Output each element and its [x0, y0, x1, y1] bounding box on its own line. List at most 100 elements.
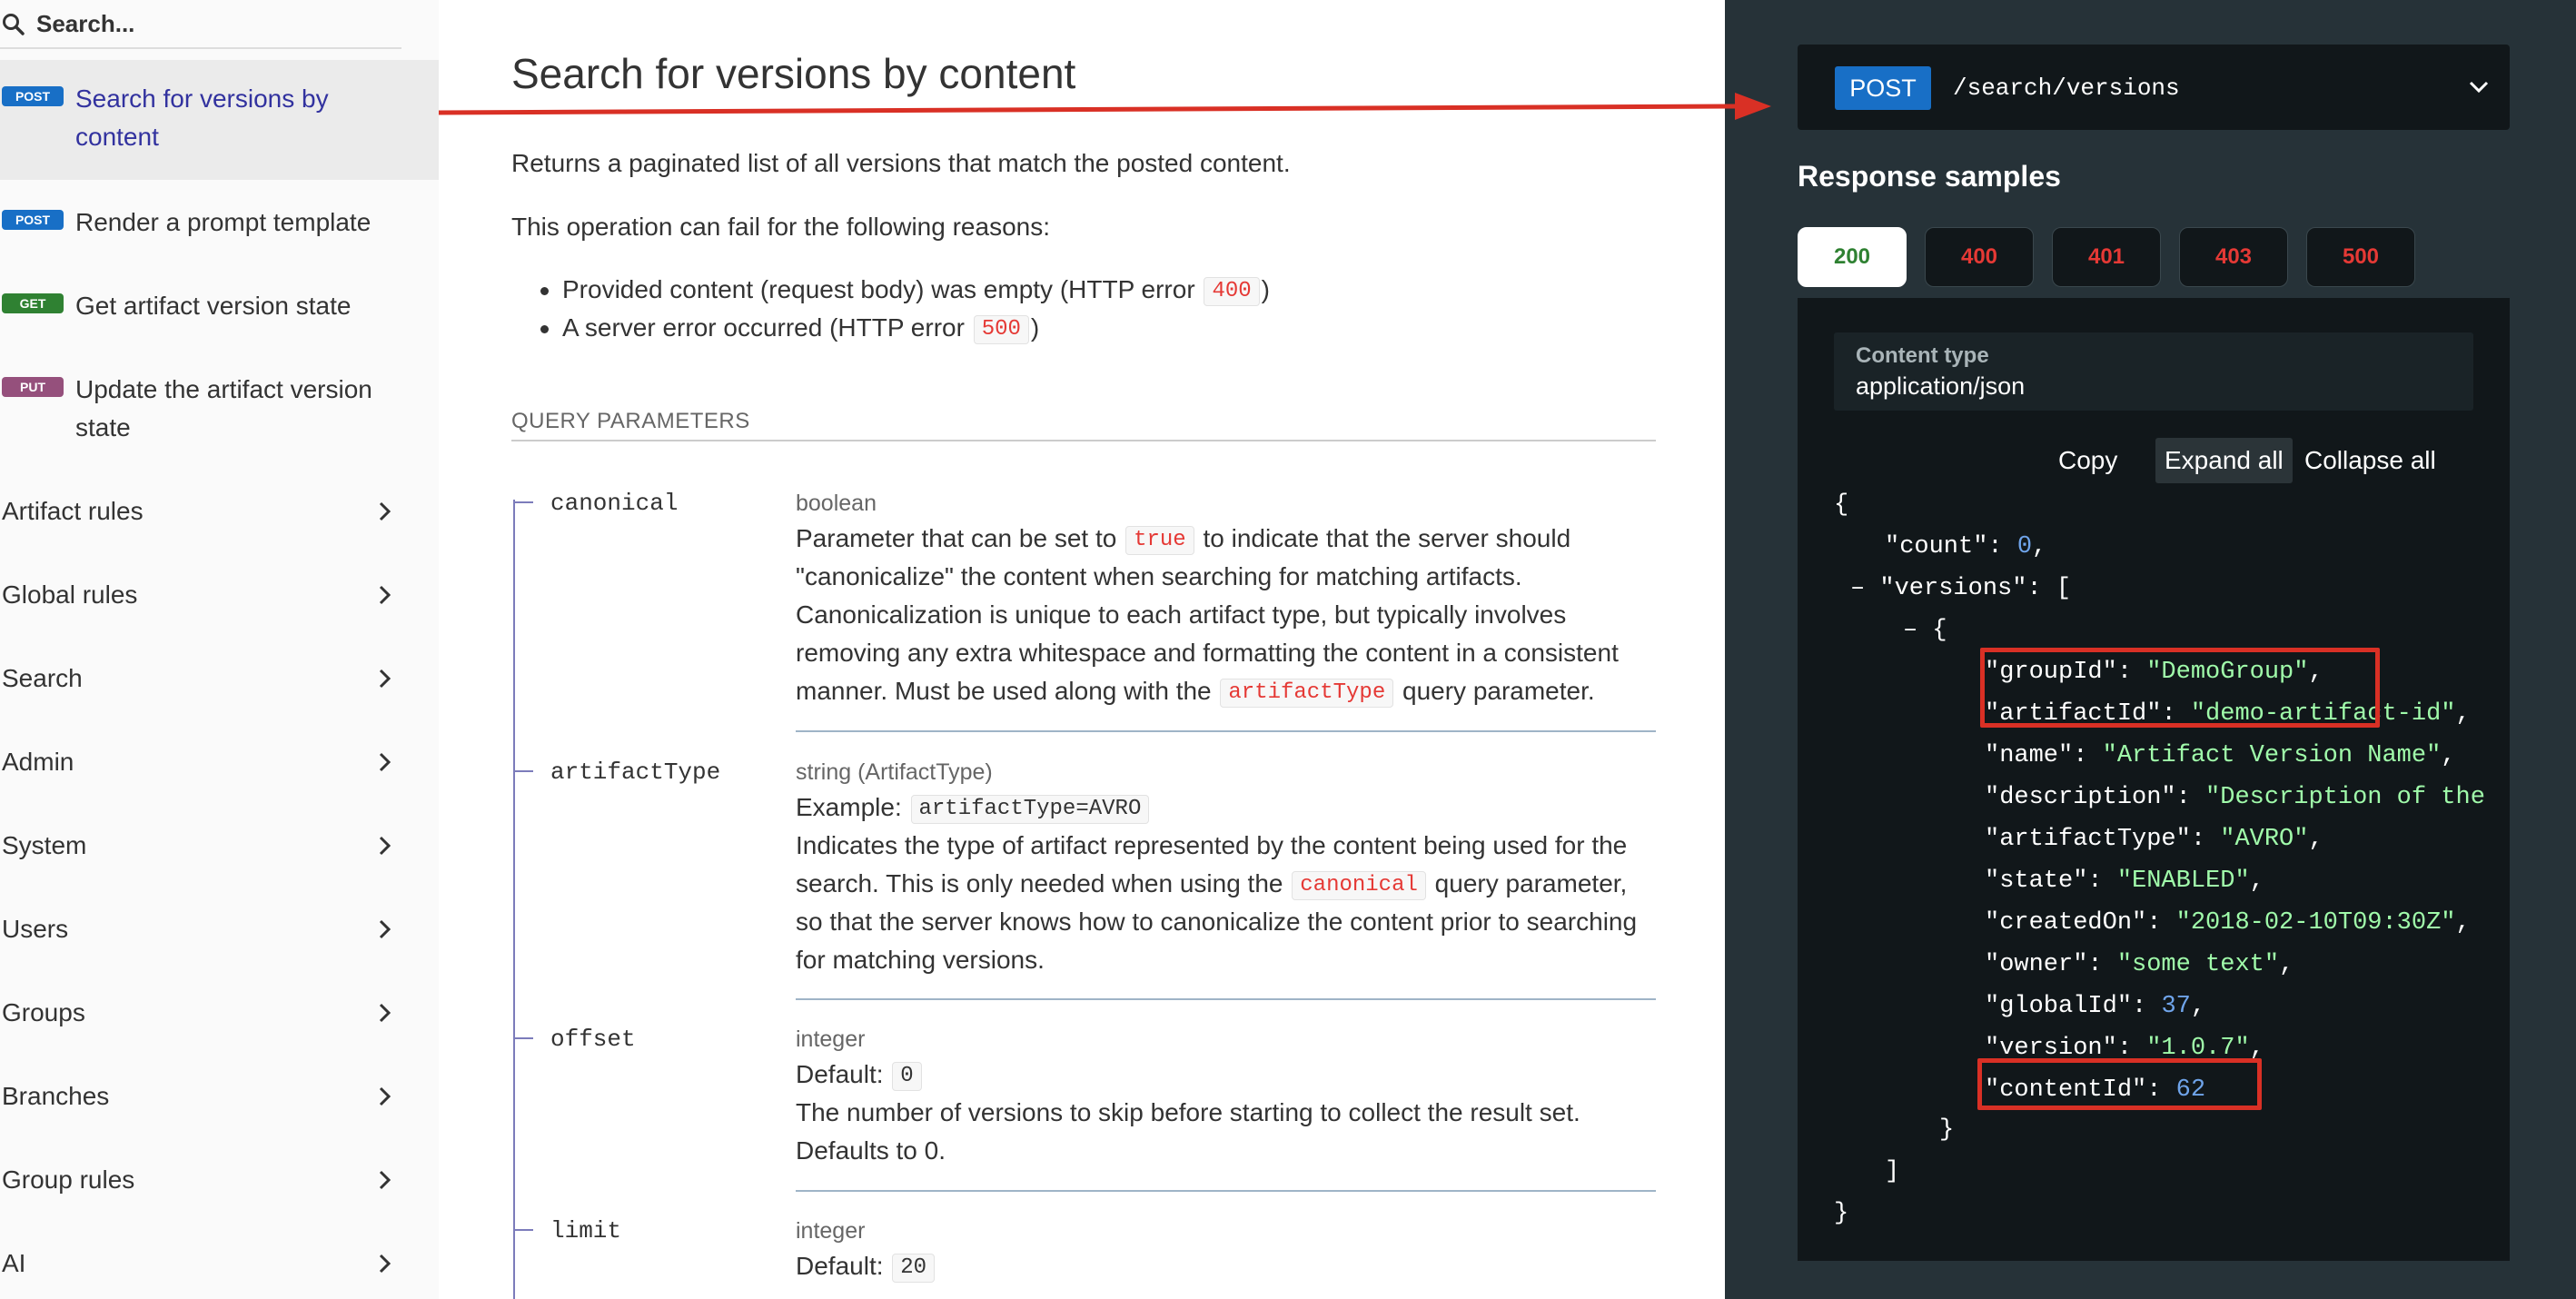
sidebar-category-group-rules[interactable]: Group rules [0, 1138, 439, 1222]
tree-connector [513, 1229, 533, 1231]
sidebar-category-users[interactable]: Users [0, 887, 439, 971]
json-punct: : [2116, 1035, 2147, 1062]
json-punct: [ [2056, 575, 2072, 602]
json-collapse-toggle[interactable]: – [1850, 575, 1865, 602]
json-collapse-toggle[interactable]: – [1903, 617, 1917, 644]
json-key: "createdOn" [1985, 909, 2147, 937]
sidebar-category-branches[interactable]: Branches [0, 1055, 439, 1138]
json-punct: : [2132, 993, 2162, 1020]
param-tree-line [513, 500, 515, 1299]
param-details: boolean Parameter that can be set to tru… [796, 487, 1656, 710]
json-punct: , [2441, 742, 2456, 769]
json-line-artifacttype: "artifactType": "AVRO", [1985, 818, 2323, 860]
sidebar-category-admin[interactable]: Admin [0, 720, 439, 804]
desc-text: removing any extra whitespace and format… [796, 639, 1619, 667]
json-punct: } [1834, 1200, 1849, 1227]
json-key: "contentId" [1985, 1076, 2147, 1104]
json-punct: : [2175, 784, 2206, 811]
param-name: artifactType [550, 759, 721, 786]
json-key: "description" [1985, 784, 2176, 811]
page-title: Search for versions by content [511, 50, 1076, 97]
json-punct: : [1987, 533, 2017, 560]
param-divider [796, 1190, 1656, 1192]
tab-status-401[interactable]: 401 [2052, 227, 2161, 287]
desc-text: Canonicalization is unique to each artif… [796, 600, 1567, 629]
sidebar-category-global-rules[interactable]: Global rules [0, 553, 439, 637]
chevron-right-icon [379, 1170, 391, 1190]
sidebar-category-search[interactable]: Search [0, 637, 439, 720]
endpoint-toggle[interactable]: POST /search/versions [1798, 45, 2510, 130]
chevron-right-icon [379, 919, 391, 939]
json-key: "state" [1985, 868, 2088, 895]
json-value: 37 [2161, 993, 2191, 1020]
json-punct: , [2455, 700, 2471, 728]
tree-connector [513, 1037, 533, 1039]
example-label: Example: [796, 793, 909, 821]
json-value: 0 [2016, 533, 2033, 560]
json-punct: : [2190, 826, 2221, 853]
sidebar-category-groups[interactable]: Groups [0, 971, 439, 1055]
param-description: The number of versions to skip before st… [796, 1094, 1656, 1170]
inline-code: artifactType [1220, 679, 1394, 708]
param-description: Parameter that can be set to true to ind… [796, 520, 1656, 710]
sidebar-item-label: Get artifact version state [75, 292, 352, 320]
json-punct: , [2455, 909, 2471, 937]
desc-text: "canonicalize" the content when searchin… [796, 562, 1522, 590]
default-value: 20 [892, 1254, 936, 1283]
json-punct: } [1939, 1116, 1955, 1144]
json-line-createdon: "createdOn": "2018-02-10T09:30Z", [1985, 902, 2471, 944]
desc-text: Parameter that can be set to [796, 524, 1125, 552]
sidebar-category-ai[interactable]: AI [0, 1222, 439, 1299]
sidebar-category-system[interactable]: System [0, 804, 439, 887]
param-divider [796, 730, 1656, 732]
chevron-right-icon [379, 501, 391, 521]
json-line-artifactid: "artifactId": "demo-artifact-id", [1985, 693, 2471, 735]
param-type: boolean [796, 491, 877, 516]
operation-description: Returns a paginated list of all versions… [511, 149, 1291, 177]
example-value: artifactType=AVRO [910, 795, 1150, 824]
tab-status-200[interactable]: 200 [1798, 227, 1907, 287]
expand-all-button[interactable]: Expand all [2155, 438, 2293, 483]
response-panel: POST /search/versions Response samples 2… [1725, 0, 2576, 1299]
json-value: "demo-artifact-id" [2190, 700, 2456, 728]
content-type-selector[interactable]: Content type application/json [1834, 332, 2473, 411]
json-punct: : [2116, 659, 2147, 686]
param-example: Example: artifactType=AVRO [796, 788, 1656, 827]
get-method-badge: GET [2, 293, 64, 313]
tree-connector [513, 770, 533, 772]
response-samples-title: Response samples [1798, 160, 2061, 193]
inline-code: true [1125, 526, 1194, 555]
chevron-right-icon [379, 836, 391, 856]
desc-text: query parameter, [1427, 869, 1628, 897]
failure-intro: This operation can fail for the followin… [511, 213, 1050, 241]
param-type: integer [796, 1218, 866, 1244]
tab-status-403[interactable]: 403 [2179, 227, 2288, 287]
copy-button[interactable]: Copy [2049, 438, 2126, 483]
json-value: "DemoGroup" [2146, 659, 2309, 686]
sidebar-item-render-prompt-template[interactable]: POST Render a prompt template [0, 180, 439, 263]
param-type: string (ArtifactType) [796, 759, 993, 785]
sidebar: POST Search for versions by content POST… [0, 0, 439, 1299]
desc-text: Defaults to 0. [796, 1136, 946, 1165]
sidebar-item-get-artifact-version-state[interactable]: GET Get artifact version state [0, 263, 439, 347]
collapse-all-button[interactable]: Collapse all [2295, 438, 2445, 483]
sidebar-item-update-artifact-version-state[interactable]: PUT Update the artifact version state [0, 347, 439, 467]
search-input[interactable] [36, 5, 381, 42]
tab-status-500[interactable]: 500 [2306, 227, 2415, 287]
sidebar-category-artifact-rules[interactable]: Artifact rules [0, 470, 439, 553]
sidebar-item-search-versions-by-content[interactable]: POST Search for versions by content [0, 60, 439, 180]
json-punct: , [2279, 951, 2294, 978]
param-type: integer [796, 1026, 866, 1052]
default-value: 0 [892, 1062, 922, 1091]
json-key: "name" [1985, 742, 2074, 769]
param-details: integer Default: 0 The number of version… [796, 1023, 1656, 1170]
json-punct: ] [1885, 1158, 1900, 1185]
param-description: Indicates the type of artifact represent… [796, 827, 1656, 979]
json-line-description: "description": "Description of the [1985, 777, 2485, 818]
json-line-name: "name": "Artifact Version Name", [1985, 735, 2456, 777]
tab-status-400[interactable]: 400 [1925, 227, 2034, 287]
category-label: Artifact rules [2, 497, 144, 525]
search-bar [0, 0, 401, 49]
json-punct: , [2032, 533, 2047, 560]
chevron-right-icon [379, 669, 391, 689]
